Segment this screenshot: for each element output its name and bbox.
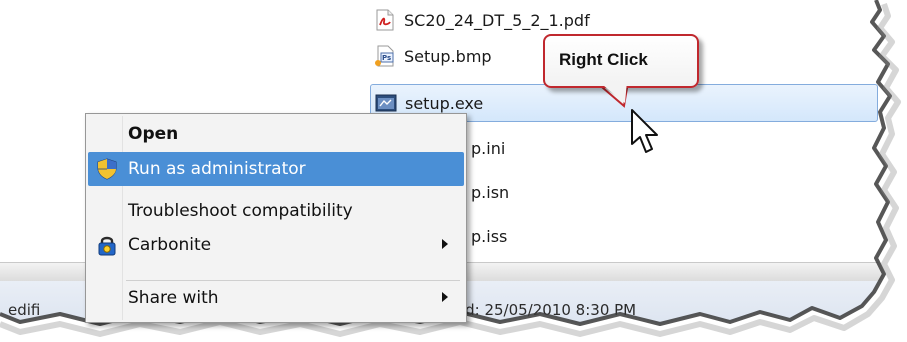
menu-item-run-as-administrator[interactable]: Run as administrator	[88, 152, 464, 186]
menu-item-label: Open	[128, 124, 179, 144]
menu-item-open[interactable]: Open	[88, 117, 464, 151]
callout-label: Right Click	[559, 50, 648, 69]
carbonite-lock-icon	[96, 234, 118, 256]
submenu-arrow-icon	[442, 292, 448, 302]
menu-item-troubleshoot-compatibility[interactable]: Troubleshoot compatibility	[88, 194, 464, 228]
menu-item-label: Share with	[128, 288, 219, 308]
right-click-callout: Right Click	[543, 34, 699, 88]
menu-item-label: Carbonite	[128, 235, 212, 255]
menu-item-carbonite[interactable]: Carbonite	[88, 228, 464, 262]
uac-shield-icon	[96, 158, 118, 180]
mouse-cursor-icon	[631, 109, 658, 153]
submenu-arrow-icon	[442, 239, 448, 249]
menu-item-share-with[interactable]: Share with	[88, 281, 464, 315]
menu-item-label: Troubleshoot compatibility	[128, 201, 353, 221]
menu-item-label: Run as administrator	[128, 159, 306, 179]
screenshot-stage: SC20_24_DT_5_2_1.pdf Ps Setup.bmp setup.…	[0, 0, 907, 342]
context-menu: Open Run as administrator Troubleshoot c…	[85, 113, 467, 323]
